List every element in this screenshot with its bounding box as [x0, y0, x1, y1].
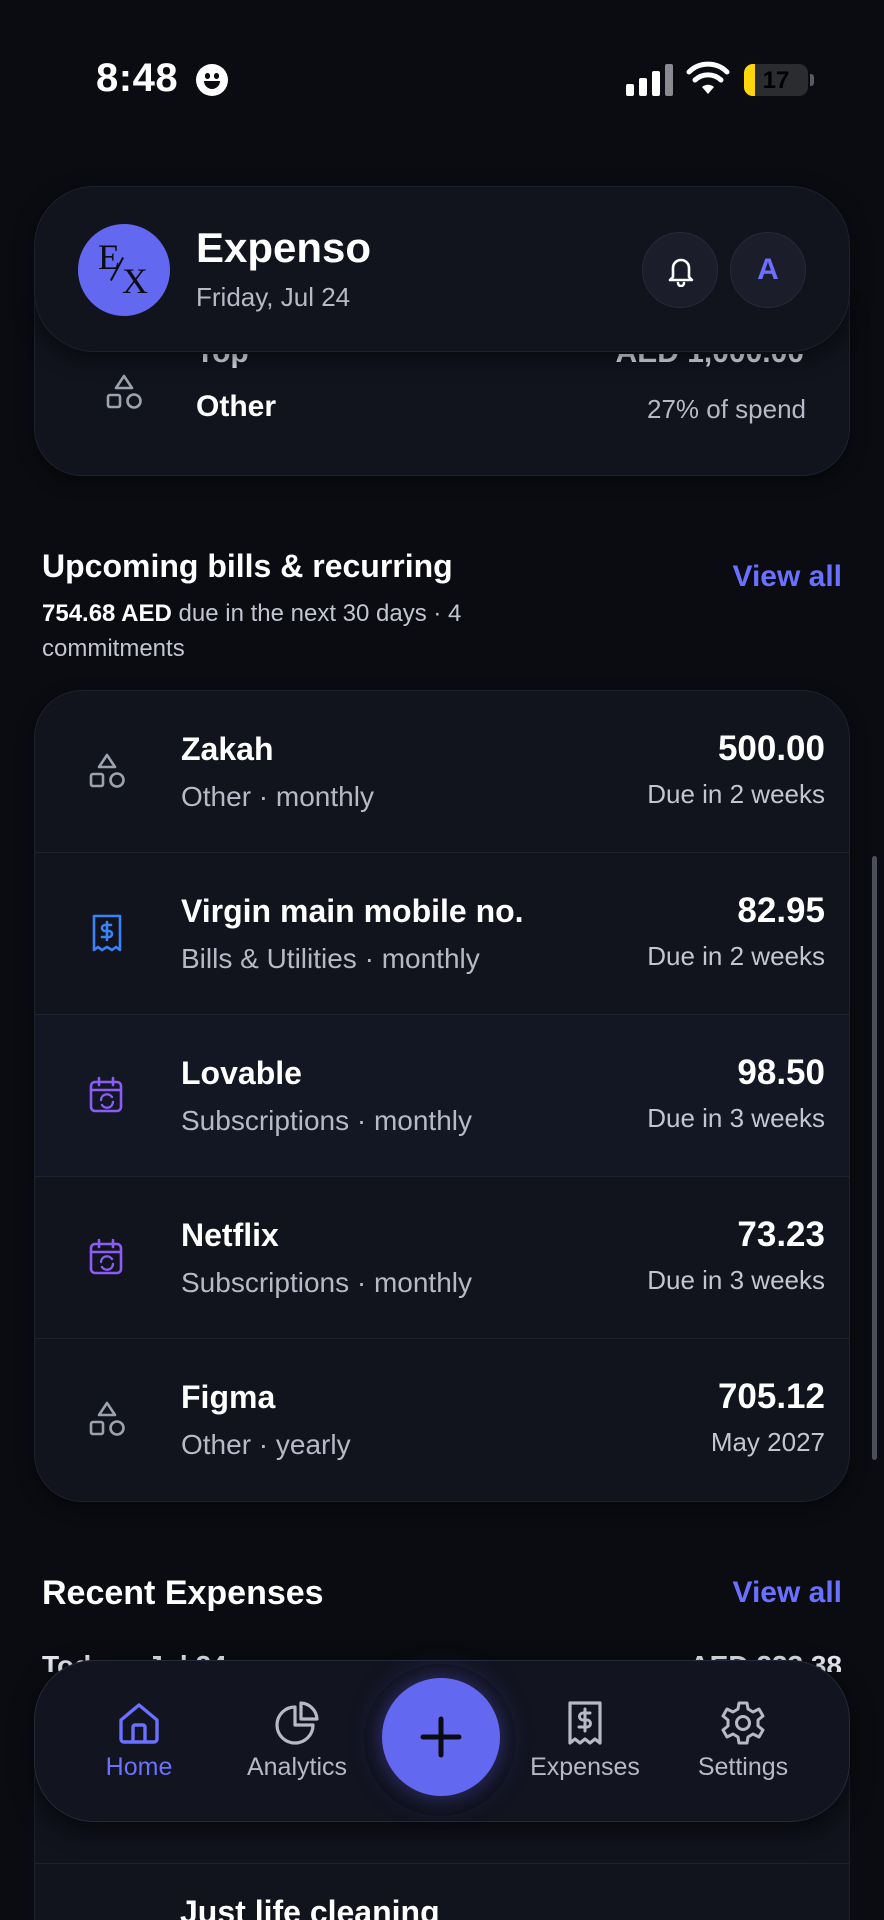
battery-cap — [810, 74, 814, 86]
bill-meta: Other · monthly — [181, 781, 374, 812]
bill-due: Due in 3 weeks — [647, 1103, 825, 1133]
pie-chart-icon — [275, 1701, 319, 1745]
upcoming-bills-list: Zakah Other · monthly 500.00 Due in 2 we… — [34, 690, 850, 1502]
bill-due: May 2027 — [710, 1427, 825, 1457]
bill-meta: Subscriptions · monthly — [181, 1267, 473, 1298]
avatar-initial: A — [757, 253, 779, 286]
nav-analytics[interactable]: Analytics — [227, 1699, 367, 1782]
battery-level: 17 — [762, 67, 790, 94]
bill-meta: Subscriptions · monthly — [181, 1105, 473, 1136]
bell-icon — [668, 258, 694, 287]
bill-due: Due in 2 weeks — [647, 779, 825, 809]
bill-due: Due in 3 weeks — [647, 1265, 825, 1295]
nav-home[interactable]: Home — [69, 1699, 209, 1782]
scrollbar[interactable] — [872, 856, 877, 1460]
nav-expenses[interactable]: Expenses — [515, 1699, 655, 1782]
bill-amount: 82.95 — [737, 891, 825, 930]
header-date: Friday, Jul 24 — [196, 282, 351, 312]
shapes-icon — [89, 753, 125, 788]
shapes-icon — [89, 1401, 125, 1436]
expenso-logo: E X — [78, 224, 170, 316]
shapes-icon — [106, 374, 142, 409]
receipt-icon — [568, 1701, 602, 1745]
smiley-icon — [196, 64, 228, 96]
cellular-signal-icon — [626, 64, 674, 96]
bill-name: Figma — [181, 1379, 276, 1415]
bill-meta: Other · yearly — [181, 1429, 351, 1460]
add-expense-button[interactable] — [382, 1678, 500, 1796]
bill-row-zakah[interactable]: Zakah Other · monthly 500.00 Due in 2 we… — [35, 691, 849, 853]
bill-amount: 705.12 — [717, 1377, 825, 1416]
notifications-button[interactable] — [642, 232, 718, 308]
calendar-sync-icon — [89, 1238, 123, 1275]
bill-name: Lovable — [181, 1055, 302, 1091]
profile-avatar-button[interactable]: A — [730, 232, 806, 308]
recent-view-all-link[interactable]: View all — [732, 1576, 842, 1610]
nav-settings[interactable]: Settings — [673, 1699, 813, 1782]
bill-name: Netflix — [181, 1217, 279, 1253]
bill-name: Zakah — [181, 731, 274, 767]
plus-icon — [420, 1716, 462, 1758]
bill-row-figma[interactable]: Figma Other · yearly 705.12 May 2027 — [35, 1339, 849, 1501]
app-title: Expenso — [196, 224, 372, 271]
bill-row-netflix[interactable]: Netflix Subscriptions · monthly 73.23 Du… — [35, 1177, 849, 1339]
bill-amount: 73.23 — [737, 1215, 825, 1254]
top-category-share: 27% of spend — [646, 394, 806, 424]
list-divider — [34, 1863, 850, 1864]
top-category-amount-clipped: AED 1,000.00 — [574, 354, 804, 368]
expense-item-name[interactable]: Just life cleaning — [180, 1894, 520, 1920]
wifi-icon — [686, 61, 730, 94]
upcoming-bills-title: Upcoming bills & recurring — [42, 548, 453, 584]
upcoming-summary: 754.68 AED due in the next 30 days · 4 c… — [42, 596, 602, 666]
bill-meta: Bills & Utilities · monthly — [181, 943, 480, 974]
bill-name: Virgin main mobile no. — [181, 893, 524, 929]
nav-label: Analytics — [246, 1753, 348, 1781]
gear-icon — [721, 1701, 765, 1745]
nav-label: Home — [105, 1753, 173, 1781]
battery-icon: 17 — [744, 64, 808, 96]
nav-label: Settings — [697, 1753, 789, 1781]
upcoming-view-all-link[interactable]: View all — [732, 560, 842, 594]
top-category-name: Other — [196, 390, 277, 423]
bill-due: Due in 2 weeks — [647, 941, 825, 971]
receipt-dollar-icon — [92, 914, 122, 952]
bill-amount: 98.50 — [737, 1053, 825, 1092]
home-icon — [119, 1703, 159, 1744]
top-category-label-clipped: Top category — [196, 354, 366, 368]
bill-row-lovable[interactable]: Lovable Subscriptions · monthly 98.50 Du… — [35, 1015, 849, 1177]
bill-amount: 500.00 — [717, 729, 825, 768]
nav-label: Expenses — [530, 1753, 640, 1781]
bill-row-virgin-mobile[interactable]: Virgin main mobile no. Bills & Utilities… — [35, 853, 849, 1015]
calendar-sync-icon — [89, 1076, 123, 1113]
recent-expenses-title: Recent Expenses — [42, 1574, 324, 1612]
status-time: 8:48 — [96, 56, 179, 100]
upcoming-total: 754.68 AED — [42, 600, 172, 627]
